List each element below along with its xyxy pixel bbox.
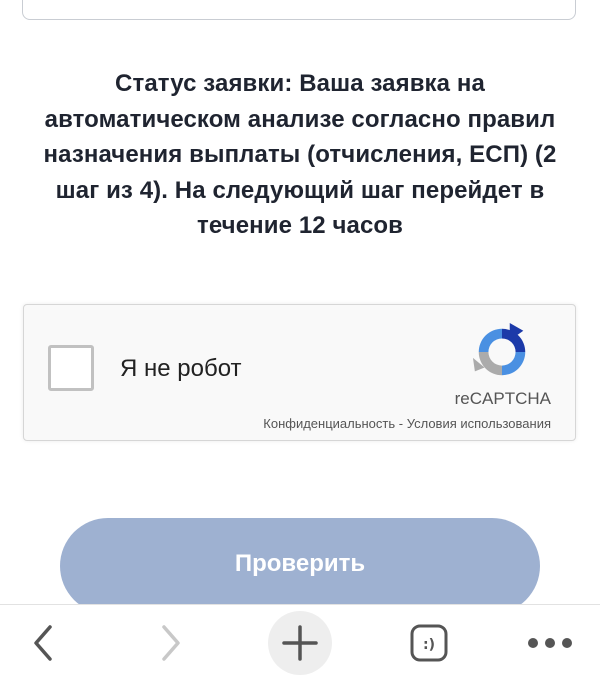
top-input-field[interactable] [22, 0, 576, 20]
check-button[interactable]: Проверить [60, 518, 540, 614]
application-status-text: Статус заявки: Ваша заявка на автоматиче… [43, 70, 557, 239]
recaptcha-logo-icon [472, 322, 526, 376]
tabs-button[interactable]: :) [404, 605, 454, 680]
back-button[interactable] [18, 605, 68, 680]
not-robot-checkbox[interactable] [48, 345, 94, 391]
more-icon [528, 637, 572, 648]
new-tab-circle [268, 610, 332, 675]
forward-arrow-icon [162, 624, 180, 661]
forward-button[interactable] [146, 605, 196, 680]
recaptcha-links: Конфиденциальность - Условия использован… [263, 416, 551, 431]
not-robot-label: Я не робот [120, 355, 242, 382]
new-tab-button[interactable] [266, 605, 334, 680]
more-menu-button[interactable] [520, 605, 580, 680]
privacy-link[interactable]: Конфиденциальность [263, 416, 395, 431]
browser-bottom-bar: :) [0, 604, 600, 680]
recaptcha-brand-label: reCAPTCHA [454, 389, 551, 408]
links-separator: - [395, 416, 407, 431]
tabs-glyph: :) [423, 637, 435, 653]
back-arrow-icon [34, 624, 52, 661]
terms-link[interactable]: Условия использования [407, 416, 551, 431]
plus-icon [282, 624, 318, 661]
tabs-icon: :) [410, 624, 448, 661]
recaptcha-widget: Я не робот reCAPTCHA Конфиденциальность … [23, 304, 576, 441]
